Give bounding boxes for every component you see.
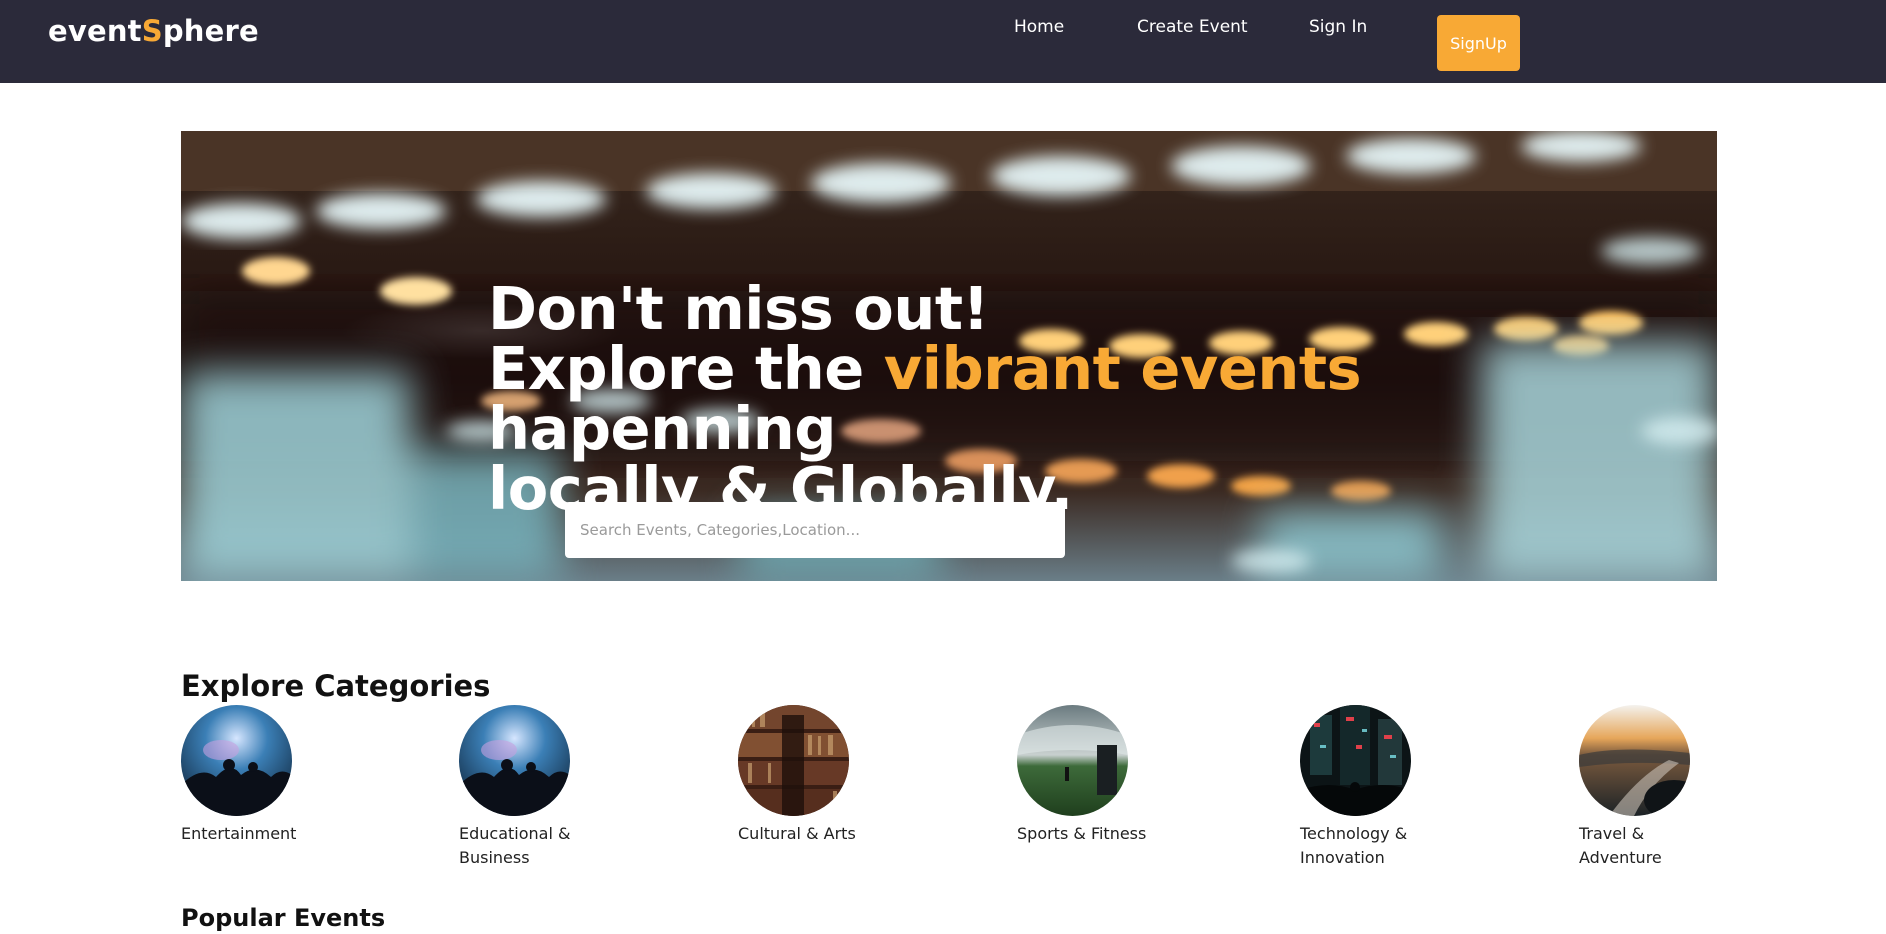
categories-heading: Explore Categories xyxy=(181,669,491,703)
stadium-image xyxy=(1017,705,1128,816)
nav-create-event-link[interactable]: Create Event xyxy=(1137,17,1248,37)
hero-line-2-suffix: hapenning xyxy=(488,394,837,463)
hero-headline: Don't miss out! Explore the vibrant even… xyxy=(488,279,1717,519)
concert-image xyxy=(181,705,292,816)
hero-banner: Don't miss out! Explore the vibrant even… xyxy=(181,131,1717,581)
category-label: Technology & Innovation xyxy=(1300,824,1408,867)
category-label: Cultural & Arts xyxy=(738,824,856,843)
category-label: Sports & Fitness xyxy=(1017,824,1147,843)
brand-prefix: event xyxy=(48,14,142,48)
navbar: eventSphere Home Create Event Sign In Si… xyxy=(0,0,1886,83)
search-input[interactable] xyxy=(565,502,1065,558)
bookshelf-image xyxy=(738,705,849,816)
category-educational-business[interactable]: Educational & Business xyxy=(459,705,649,870)
category-entertainment[interactable]: Entertainment xyxy=(181,705,371,846)
signup-button[interactable]: SignUp xyxy=(1437,15,1520,71)
concert-image xyxy=(459,705,570,816)
hero-line-1: Don't miss out! xyxy=(488,274,989,343)
category-technology-innovation[interactable]: Technology & Innovation xyxy=(1300,705,1490,870)
brand-accent-letter: S xyxy=(141,14,163,48)
category-cultural-arts[interactable]: Cultural & Arts xyxy=(738,705,928,846)
nav-sign-in-link[interactable]: Sign In xyxy=(1309,17,1367,37)
category-sports-fitness[interactable]: Sports & Fitness xyxy=(1017,705,1207,846)
neon-city-image xyxy=(1300,705,1411,816)
brand-suffix: phere xyxy=(162,14,259,48)
sunset-landscape-image xyxy=(1579,705,1690,816)
brand-logo[interactable]: eventSphere xyxy=(48,14,259,48)
nav-home-link[interactable]: Home xyxy=(1014,17,1064,37)
category-label: Travel & Adventure xyxy=(1579,824,1662,867)
popular-events-heading: Popular Events xyxy=(181,904,386,932)
category-label: Entertainment xyxy=(181,824,297,843)
hero-line-2-prefix: Explore the xyxy=(488,334,884,403)
category-travel-adventure[interactable]: Travel & Adventure xyxy=(1579,705,1769,870)
category-label: Educational & Business xyxy=(459,824,571,867)
hero-highlight: vibrant events xyxy=(883,334,1362,403)
